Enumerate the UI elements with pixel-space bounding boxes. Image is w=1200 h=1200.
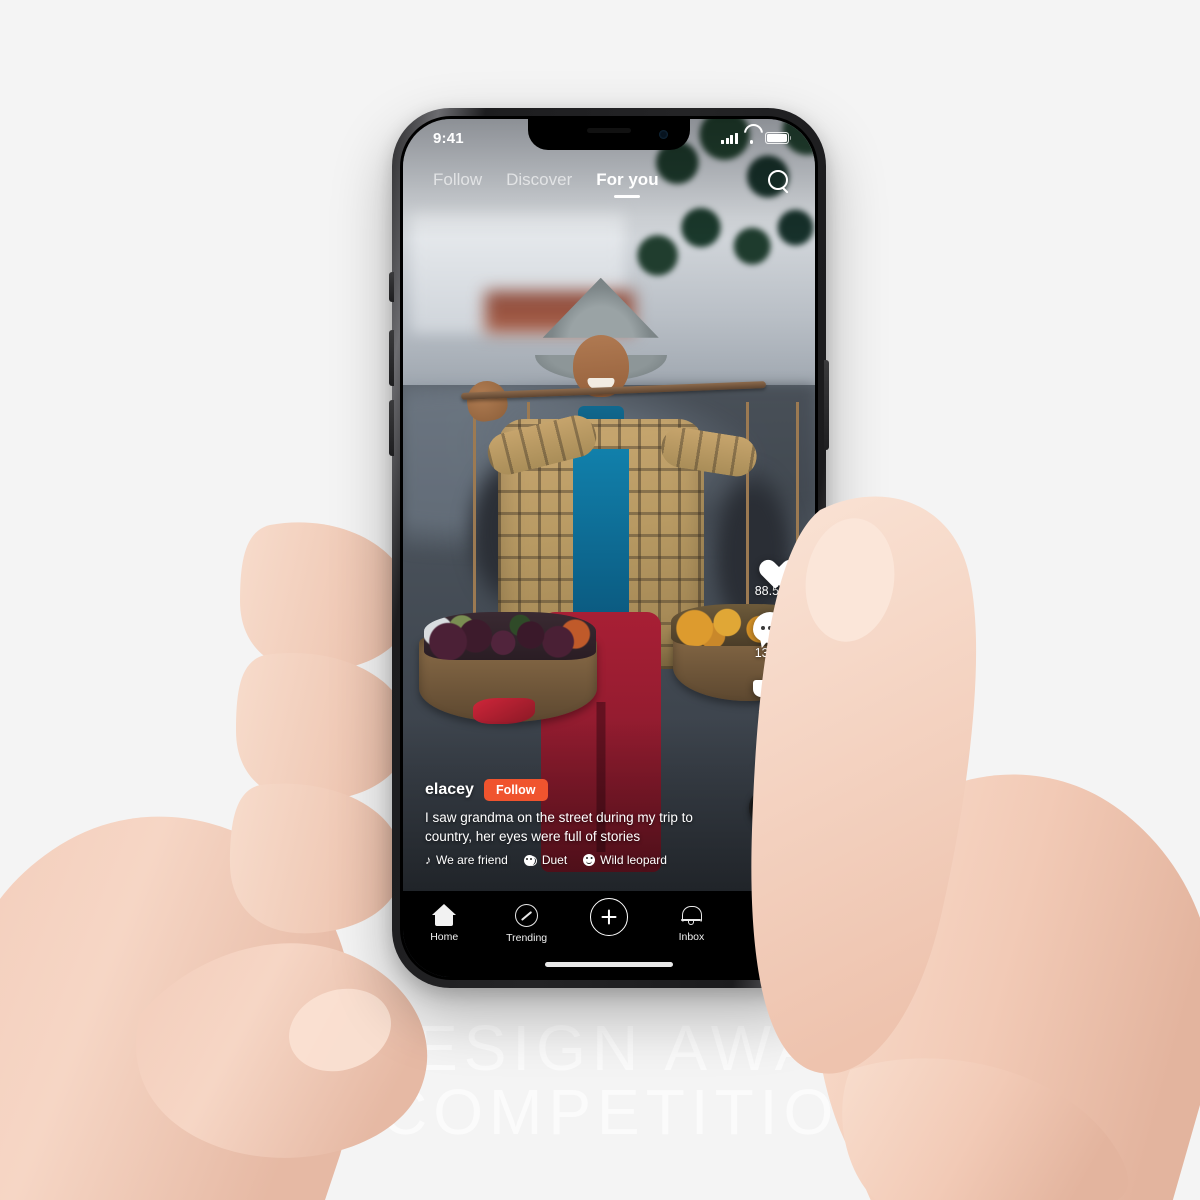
tag-row: ♪ We are friend Duet Wild leopard <box>425 853 729 867</box>
photo-conical-hat <box>542 277 659 338</box>
photo-hand-on-pole <box>463 377 511 424</box>
photo-mangosteens <box>423 612 596 661</box>
duet-tag-label: Duet <box>541 853 568 867</box>
volume-down-button[interactable] <box>389 400 394 456</box>
music-tag-label: We are friend <box>436 853 508 867</box>
photo-blue-shirt <box>572 449 629 620</box>
duet-tag[interactable]: Duet <box>523 853 568 867</box>
effect-tag[interactable]: Wild leopard <box>583 853 667 867</box>
volume-up-button[interactable] <box>389 330 394 386</box>
home-icon <box>431 904 457 926</box>
search-icon[interactable] <box>767 169 791 193</box>
home-indicator[interactable] <box>545 962 673 967</box>
nav-label-trending: Trending <box>506 932 548 944</box>
mute-switch[interactable] <box>389 272 394 302</box>
tab-follow[interactable]: Follow <box>433 170 482 193</box>
battery-icon <box>765 132 792 144</box>
nav-item-home[interactable]: Home <box>403 904 485 943</box>
cellular-signal-icon <box>721 132 738 144</box>
bell-icon <box>681 904 703 926</box>
scene: 9:41 Follow Discover For you 88.5k elace… <box>0 0 1200 1200</box>
music-note-icon: ♪ <box>425 853 431 867</box>
wifi-icon <box>744 133 759 144</box>
status-bar: 9:41 <box>403 119 815 153</box>
duet-icon <box>523 854 537 866</box>
status-indicators <box>721 132 792 144</box>
username[interactable]: elacey <box>425 781 474 799</box>
caption-block: elacey Follow I saw grandma on the stree… <box>425 779 729 867</box>
nav-item-create[interactable] <box>568 898 650 941</box>
nav-label-home: Home <box>430 931 459 943</box>
tab-for-you[interactable]: For you <box>596 170 658 193</box>
follow-button[interactable]: Follow <box>483 779 548 801</box>
power-button[interactable] <box>824 360 829 450</box>
user-row: elacey Follow <box>425 779 729 801</box>
nav-item-trending[interactable]: Trending <box>485 904 567 944</box>
photo-red-plastic <box>473 698 536 725</box>
music-tag[interactable]: ♪ We are friend <box>425 853 508 867</box>
plus-create-icon <box>590 898 629 936</box>
right-hand <box>751 496 1200 1200</box>
tab-discover[interactable]: Discover <box>506 170 572 193</box>
compass-icon <box>515 904 539 927</box>
effect-tag-label: Wild leopard <box>600 853 667 867</box>
smiley-icon <box>583 854 596 866</box>
caption-text: I saw grandma on the street during my tr… <box>425 809 693 844</box>
status-time: 9:41 <box>433 129 464 147</box>
top-tab-bar: Follow Discover For you <box>403 161 815 201</box>
